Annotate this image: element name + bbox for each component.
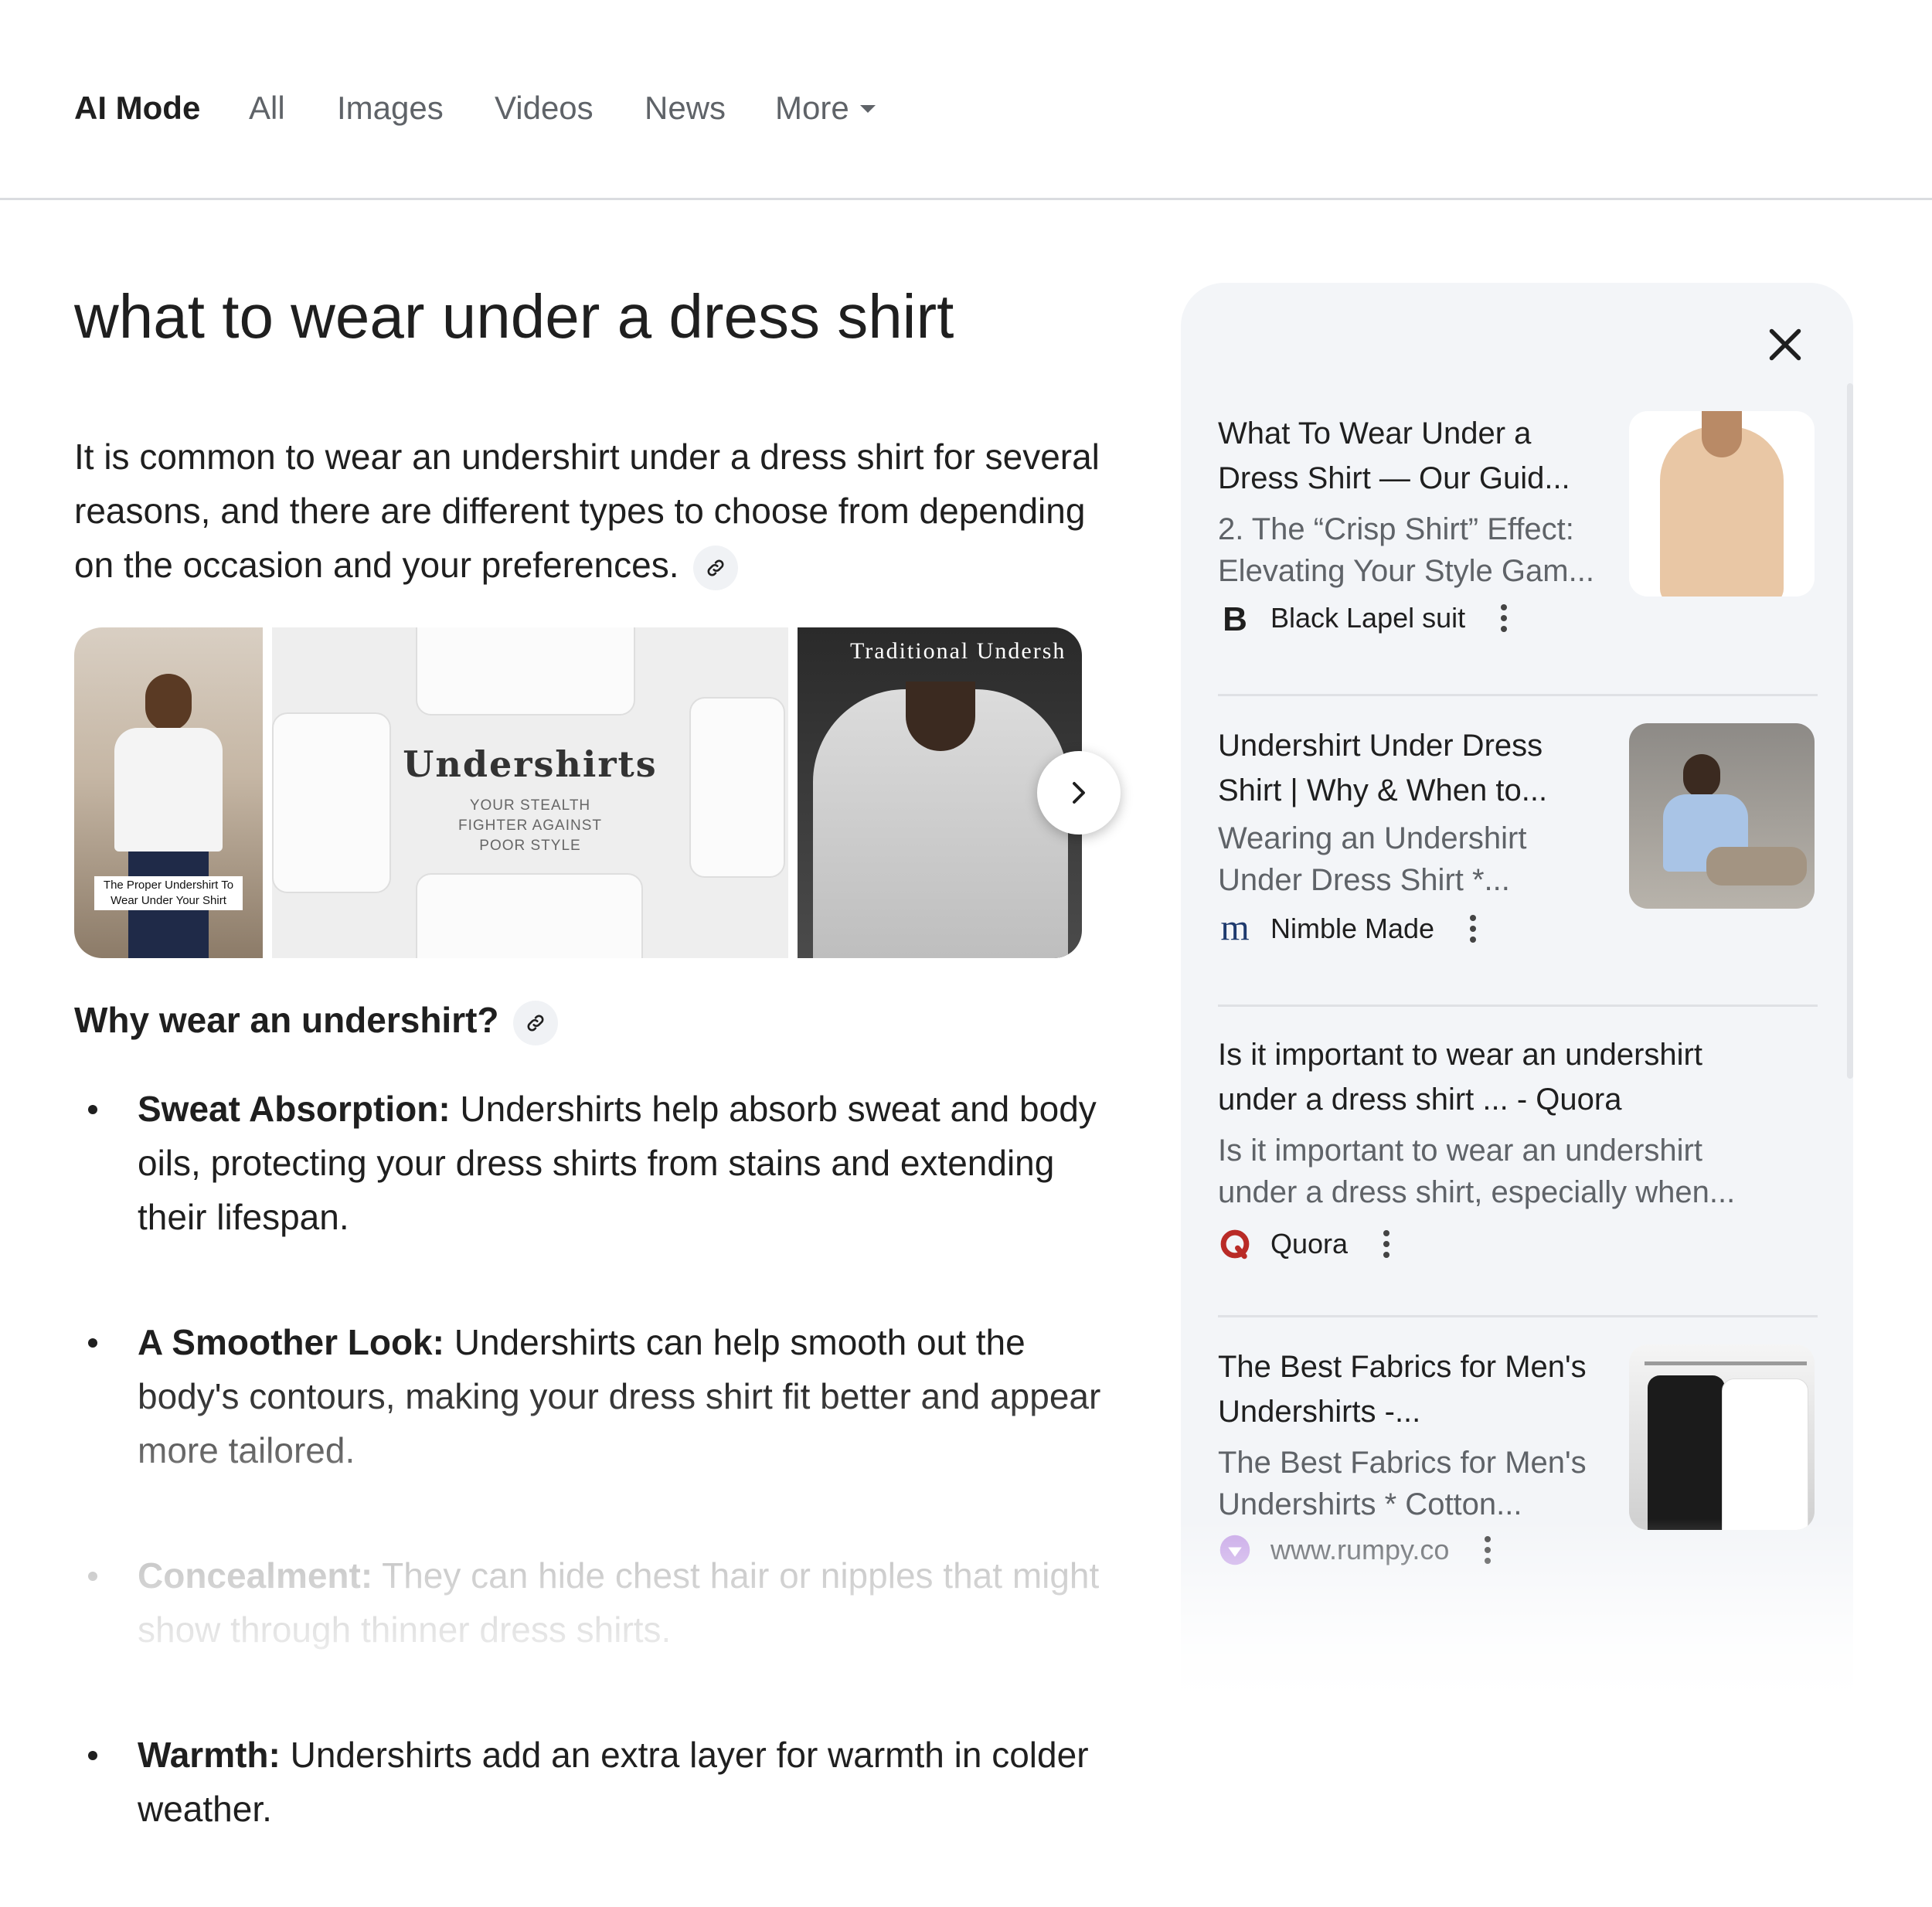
source-card-snippet: 2. The “Crisp Shirt” Effect: Elevating Y… — [1218, 512, 1594, 588]
image-title: Undershirts — [403, 743, 658, 785]
image-carousel: The Proper Undershirt To Wear Under Your… — [74, 627, 1082, 958]
image-title: Traditional Undersh — [850, 638, 1066, 664]
source-thumbnail — [1629, 411, 1815, 597]
list-item: Concealment: They can hide chest hair or… — [74, 1548, 1110, 1657]
source-name: Nimble Made — [1270, 913, 1435, 944]
more-options-icon[interactable] — [1465, 912, 1481, 946]
source-card-snippet: The Best Fabrics for Men's Undershirts *… — [1218, 1446, 1587, 1521]
letter-b-icon: B — [1218, 601, 1252, 635]
carousel-image-2[interactable]: Undershirts YOUR STEALTH FIGHTER AGAINST… — [272, 627, 788, 958]
divider — [1218, 694, 1818, 696]
source-card[interactable]: Is it important to wear an undershirt un… — [1218, 1032, 1821, 1264]
svg-text:B: B — [1223, 601, 1247, 635]
reasons-list: Sweat Absorption: Undershirts help absor… — [74, 1082, 1110, 1907]
list-item-term: Concealment: — [138, 1555, 373, 1596]
tshirt-shape — [416, 627, 635, 716]
top-navigation: AI Mode All Images Videos News More — [0, 0, 1932, 200]
quora-icon — [1218, 1227, 1252, 1261]
carousel-next-button[interactable] — [1037, 751, 1121, 835]
tab-more-label: More — [775, 90, 849, 126]
list-item-text: Undershirts add an extra layer for warmt… — [138, 1735, 1089, 1829]
source-attribution: Quora — [1218, 1222, 1394, 1266]
close-icon — [1769, 328, 1801, 361]
tab-images[interactable]: Images — [337, 87, 444, 130]
svg-text:m: m — [1220, 912, 1249, 946]
person-head — [1683, 754, 1720, 797]
tshirt-shape — [1722, 1378, 1808, 1530]
clothes-rail — [1645, 1361, 1807, 1365]
source-card-snippet: Is it important to wear an undershirt un… — [1218, 1134, 1736, 1209]
tshirt-shape — [272, 712, 391, 893]
person-legs — [1706, 847, 1807, 886]
source-attribution: B Black Lapel suit — [1218, 597, 1512, 640]
source-card-title[interactable]: Undershirt Under Dress Shirt | Why & Whe… — [1218, 723, 1604, 813]
tshirt-shape — [689, 697, 785, 878]
tab-ai-mode[interactable]: AI Mode — [74, 87, 200, 130]
list-item-term: A Smoother Look: — [138, 1322, 444, 1362]
source-name: www.rumpy.co — [1270, 1534, 1450, 1565]
source-card-title[interactable]: Is it important to wear an undershirt un… — [1218, 1032, 1774, 1122]
sources-panel: What To Wear Under a Dress Shirt — Our G… — [1181, 283, 1853, 1698]
intro-paragraph: It is common to wear an undershirt under… — [74, 430, 1110, 592]
person-shirt — [114, 728, 223, 852]
list-item: Warmth: Undershirts add an extra layer f… — [74, 1728, 1110, 1836]
more-options-icon[interactable] — [1496, 601, 1512, 635]
source-attribution: www.rumpy.co — [1218, 1528, 1495, 1572]
source-attribution: m Nimble Made — [1218, 907, 1481, 950]
source-card-title[interactable]: The Best Fabrics for Men's Undershirts -… — [1218, 1344, 1604, 1434]
tab-news[interactable]: News — [645, 87, 726, 130]
letter-m-icon: m — [1218, 912, 1252, 946]
globe-icon — [1218, 1533, 1252, 1567]
list-item-term: Sweat Absorption: — [138, 1089, 451, 1129]
tshirt-shape — [1648, 1375, 1725, 1530]
source-card[interactable]: The Best Fabrics for Men's Undershirts -… — [1218, 1344, 1821, 1576]
image-subtitle: YOUR STEALTH FIGHTER AGAINST POOR STYLE — [457, 797, 603, 854]
more-options-icon[interactable] — [1480, 1533, 1495, 1567]
intro-text: It is common to wear an undershirt under… — [74, 437, 1100, 585]
tab-videos[interactable]: Videos — [495, 87, 594, 130]
chevron-right-icon — [1073, 782, 1085, 804]
tab-all[interactable]: All — [249, 87, 285, 130]
list-item-term: Warmth: — [138, 1735, 281, 1775]
section-heading: Why wear an undershirt? — [74, 997, 559, 1045]
divider — [1218, 1004, 1818, 1007]
link-icon[interactable] — [513, 1000, 559, 1045]
scrollbar[interactable] — [1847, 383, 1853, 1079]
source-card-title[interactable]: What To Wear Under a Dress Shirt — Our G… — [1218, 411, 1604, 501]
source-card[interactable]: What To Wear Under a Dress Shirt — Our G… — [1218, 411, 1821, 643]
source-card[interactable]: Undershirt Under Dress Shirt | Why & Whe… — [1218, 723, 1821, 955]
more-options-icon[interactable] — [1379, 1227, 1394, 1261]
image-caption: The Proper Undershirt To Wear Under Your… — [94, 876, 243, 910]
source-name: Quora — [1270, 1228, 1349, 1259]
list-item: Sweat Absorption: Undershirts help absor… — [74, 1082, 1110, 1244]
tshirt-shape — [416, 873, 643, 958]
source-card-snippet: Wearing an Undershirt Under Dress Shirt … — [1218, 821, 1527, 897]
source-name: Black Lapel suit — [1270, 602, 1466, 634]
source-thumbnail — [1629, 723, 1815, 909]
section-heading-text: Why wear an undershirt? — [74, 1000, 499, 1040]
query-heading: what to wear under a dress shirt — [74, 282, 954, 351]
caret-down-icon — [859, 104, 876, 113]
carousel-image-1[interactable]: The Proper Undershirt To Wear Under Your… — [74, 627, 263, 958]
divider — [1218, 1315, 1818, 1317]
tab-more[interactable]: More — [775, 87, 876, 130]
close-button[interactable] — [1762, 321, 1808, 368]
neck-shape — [906, 682, 975, 751]
link-icon[interactable] — [693, 545, 739, 590]
source-thumbnail — [1629, 1344, 1815, 1530]
list-item: A Smoother Look: Undershirts can help sm… — [74, 1315, 1110, 1477]
neck-shape — [1702, 411, 1742, 457]
person-head — [145, 674, 192, 731]
